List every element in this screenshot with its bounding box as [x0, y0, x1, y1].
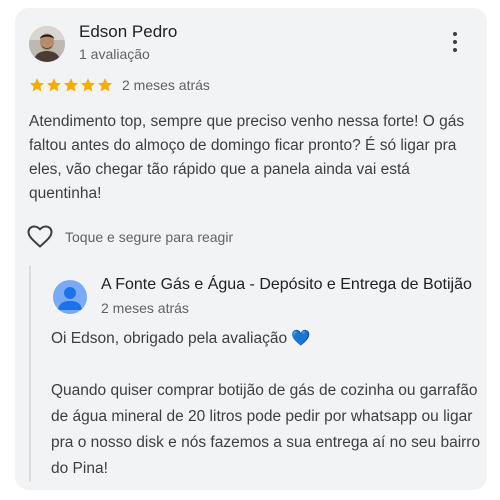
- star-icon: [81, 78, 95, 92]
- dot: [453, 32, 457, 36]
- heart-outline-icon: [27, 225, 53, 248]
- star-icon: [30, 78, 44, 92]
- react-button[interactable]: Toque e segure para reagir: [27, 224, 233, 250]
- owner-reply: A Fonte Gás e Água - Depósito e Entrega …: [29, 266, 487, 482]
- star-icon: [47, 78, 61, 92]
- star-icon: [98, 78, 112, 92]
- owner-name[interactable]: A Fonte Gás e Água - Depósito e Entrega …: [101, 276, 472, 294]
- reply-date: 2 meses atrás: [101, 300, 189, 316]
- avatar-photo: [29, 26, 65, 62]
- review-text: Atendimento top, sempre que preciso venh…: [29, 113, 465, 202]
- react-label: Toque e segure para reagir: [65, 229, 234, 245]
- reply-line-1: Oi Edson, obrigado pela avaliação 💙: [51, 330, 311, 347]
- review-date: 2 meses atrás: [122, 77, 210, 93]
- reply-line-2: Quando quiser comprar botijão de gás de …: [51, 382, 481, 477]
- avatar[interactable]: [29, 26, 65, 62]
- star-icon: [64, 78, 78, 92]
- reply-text: Oi Edson, obrigado pela avaliação 💙 Quan…: [51, 326, 481, 482]
- author-review-count: 1 avaliação: [79, 46, 150, 62]
- dot: [453, 48, 457, 52]
- rating-row: 2 meses atrás: [29, 74, 210, 96]
- dot: [453, 40, 457, 44]
- person-icon: [58, 287, 82, 310]
- owner-avatar[interactable]: [53, 280, 87, 314]
- author-name[interactable]: Edson Pedro: [79, 22, 177, 42]
- review-card: Edson Pedro 1 avaliação 2 meses atrás At…: [15, 8, 487, 490]
- more-options-icon[interactable]: [443, 28, 467, 56]
- star-rating: [29, 77, 113, 93]
